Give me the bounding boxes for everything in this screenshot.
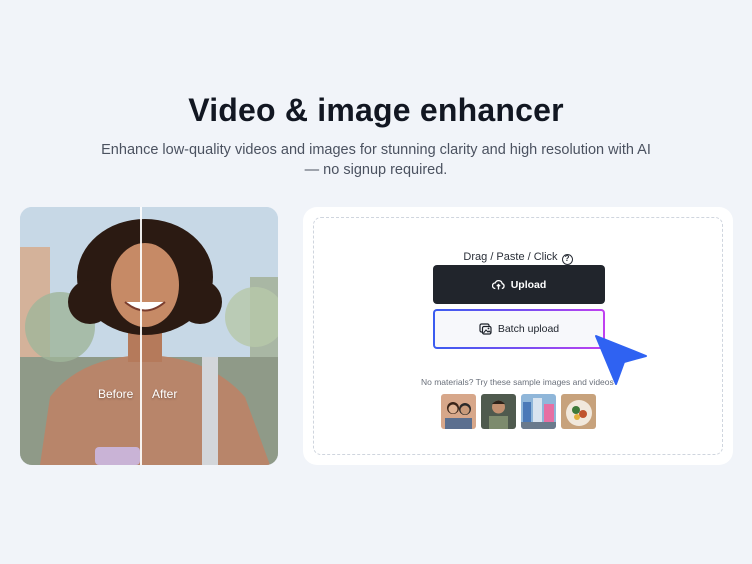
batch-upload-button[interactable]: Batch upload (433, 309, 605, 349)
sample-two-people-thumbnail[interactable] (441, 394, 476, 429)
sample-thumbnails (441, 394, 596, 429)
images-icon (479, 323, 492, 335)
cloud-upload-icon (491, 279, 505, 290)
upload-label: Upload (510, 278, 547, 291)
sample-city-street-thumbnail[interactable] (521, 394, 556, 429)
sample-man-portrait-thumbnail[interactable] (481, 394, 516, 429)
upload-button[interactable]: Upload (433, 265, 605, 304)
comparison-divider[interactable] (140, 207, 142, 465)
help-icon[interactable]: ? (561, 254, 573, 265)
page-subtitle: Enhance low-quality videos and images fo… (101, 142, 651, 178)
page-title: Video & image enhancer (188, 92, 564, 128)
woman-portrait-image (20, 207, 278, 465)
drop-hint: Drag / Paste / Click? (314, 251, 722, 265)
dropzone[interactable]: Drag / Paste / Click? Upload Batch uploa… (313, 217, 723, 455)
upload-panel: Drag / Paste / Click? Upload Batch uploa… (303, 207, 733, 465)
sample-food-plate-thumbnail[interactable] (561, 394, 596, 429)
batch-upload-label: Batch upload (497, 323, 560, 335)
before-after-preview[interactable]: Before After (20, 207, 278, 465)
before-label: Before (98, 387, 134, 401)
samples-prompt: No materials? Try these sample images an… (421, 377, 614, 387)
after-label: After (152, 387, 178, 401)
drop-hint-text: Drag / Paste / Click (463, 251, 558, 263)
